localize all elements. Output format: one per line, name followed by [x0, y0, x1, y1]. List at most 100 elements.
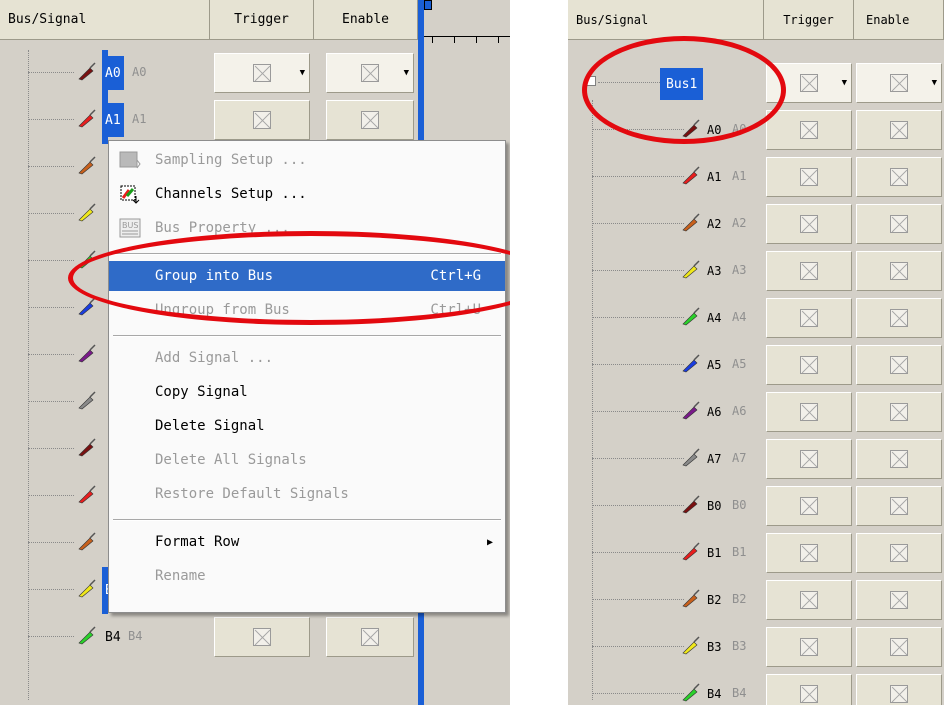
trigger-cell[interactable]: [766, 345, 852, 385]
trigger-cell[interactable]: [766, 392, 852, 432]
signal-row[interactable]: A1 A1: [0, 97, 418, 144]
enable-cell[interactable]: [856, 392, 942, 432]
signal-name[interactable]: A6: [704, 395, 724, 429]
collapse-toggle-icon[interactable]: [586, 76, 596, 86]
trigger-cell[interactable]: [766, 110, 852, 150]
signal-name[interactable]: B2: [704, 583, 724, 617]
header-bus-signal[interactable]: Bus/Signal: [0, 0, 210, 40]
menu-item-sampling-setup: Sampling Setup ...: [109, 145, 505, 175]
signal-name[interactable]: B1: [704, 536, 724, 570]
bus-name[interactable]: Bus1: [660, 68, 704, 100]
trigger-cell[interactable]: [766, 157, 852, 197]
signal-name[interactable]: A0: [102, 56, 124, 90]
trigger-cell[interactable]: [214, 100, 310, 140]
header-enable[interactable]: Enable: [854, 0, 944, 40]
signal-row[interactable]: B1 B1: [568, 530, 944, 577]
enable-cell[interactable]: [856, 533, 942, 573]
enable-cell[interactable]: [326, 100, 414, 140]
menu-item-channels-setup[interactable]: Channels Setup ...: [109, 179, 505, 209]
enable-cell[interactable]: ▼: [856, 63, 942, 103]
signal-row[interactable]: A3 A3: [568, 248, 944, 295]
enable-cell[interactable]: [856, 439, 942, 479]
menu-item-label: Bus Property ...: [155, 220, 290, 236]
menu-item-delete-signal[interactable]: Delete Signal: [109, 411, 505, 441]
enable-cell[interactable]: [856, 345, 942, 385]
enable-cell[interactable]: [856, 157, 942, 197]
dont-care-icon: [800, 638, 818, 656]
dropdown-arrow-icon[interactable]: ▼: [842, 78, 847, 88]
signal-name[interactable]: A7: [704, 442, 724, 476]
dropdown-arrow-icon[interactable]: ▼: [932, 78, 937, 88]
signal-name[interactable]: B3: [704, 630, 724, 664]
tree-branch: [28, 166, 74, 167]
menu-item-group-into-bus[interactable]: Group into Bus Ctrl+G: [109, 261, 505, 291]
signal-name[interactable]: A5: [704, 348, 724, 382]
header-trigger[interactable]: Trigger: [210, 0, 314, 40]
signal-row[interactable]: A6 A6: [568, 389, 944, 436]
signal-name[interactable]: A2: [704, 207, 724, 241]
signal-name[interactable]: A0: [704, 113, 724, 147]
enable-cell[interactable]: [856, 580, 942, 620]
header-trigger[interactable]: Trigger: [764, 0, 854, 40]
dont-care-icon: [800, 356, 818, 374]
signal-row[interactable]: B4 B4: [0, 614, 418, 661]
header-bus-signal[interactable]: Bus/Signal: [568, 0, 764, 40]
signal-row[interactable]: B2 B2: [568, 577, 944, 624]
signal-name[interactable]: A1: [704, 160, 724, 194]
signal-row[interactable]: A2 A2: [568, 201, 944, 248]
trigger-cell[interactable]: [766, 204, 852, 244]
probe-icon: [76, 342, 98, 364]
dont-care-icon: [800, 685, 818, 703]
dropdown-arrow-icon[interactable]: ▼: [404, 68, 409, 78]
trigger-cell[interactable]: [766, 251, 852, 291]
enable-cell[interactable]: [326, 617, 414, 657]
signal-row[interactable]: B4 B4: [568, 671, 944, 705]
signal-name[interactable]: B0: [704, 489, 724, 523]
signal-name[interactable]: A4: [704, 301, 724, 335]
trigger-cell[interactable]: [766, 533, 852, 573]
header-enable-label: Enable: [866, 12, 910, 27]
signal-row[interactable]: A1 A1: [568, 154, 944, 201]
signal-row[interactable]: A4 A4: [568, 295, 944, 342]
dont-care-icon: [890, 74, 908, 92]
trigger-cell[interactable]: [766, 627, 852, 667]
probe-icon: [76, 389, 98, 411]
enable-cell[interactable]: [856, 627, 942, 667]
enable-cell[interactable]: [856, 298, 942, 338]
cursor-marker[interactable]: [424, 0, 432, 10]
enable-cell[interactable]: [856, 251, 942, 291]
trigger-cell[interactable]: ▼: [214, 53, 310, 93]
bus-row[interactable]: Bus1 ▼ ▼: [568, 60, 944, 107]
signal-row[interactable]: A5 A5: [568, 342, 944, 389]
dont-care-icon: [361, 64, 379, 82]
signal-name[interactable]: A1: [102, 103, 124, 137]
trigger-cell[interactable]: [766, 486, 852, 526]
enable-cell[interactable]: [856, 674, 942, 705]
menu-item-label: Restore Default Signals: [155, 486, 349, 502]
trigger-cell[interactable]: [766, 439, 852, 479]
tree-branch: [592, 270, 684, 271]
trigger-cell[interactable]: [766, 298, 852, 338]
trigger-cell[interactable]: ▼: [766, 63, 852, 103]
trigger-cell[interactable]: [766, 674, 852, 705]
enable-cell[interactable]: [856, 110, 942, 150]
menu-item-format-row[interactable]: Format Row ▶: [109, 527, 505, 557]
probe-icon: [76, 483, 98, 505]
enable-cell[interactable]: [856, 204, 942, 244]
menu-item-copy-signal[interactable]: Copy Signal: [109, 377, 505, 407]
signal-name[interactable]: A3: [704, 254, 724, 288]
enable-cell[interactable]: [856, 486, 942, 526]
header-enable[interactable]: Enable: [314, 0, 418, 40]
signal-name[interactable]: B4: [704, 677, 724, 705]
signal-row[interactable]: B0 B0: [568, 483, 944, 530]
signal-row[interactable]: A0 A0 ▼ ▼: [0, 50, 418, 97]
signal-name[interactable]: B4: [102, 620, 124, 654]
signal-row[interactable]: B3 B3: [568, 624, 944, 671]
signal-row[interactable]: A7 A7: [568, 436, 944, 483]
enable-cell[interactable]: ▼: [326, 53, 414, 93]
trigger-cell[interactable]: [214, 617, 310, 657]
probe-icon: [680, 493, 702, 515]
dropdown-arrow-icon[interactable]: ▼: [300, 68, 305, 78]
trigger-cell[interactable]: [766, 580, 852, 620]
signal-row[interactable]: A0 A0: [568, 107, 944, 154]
